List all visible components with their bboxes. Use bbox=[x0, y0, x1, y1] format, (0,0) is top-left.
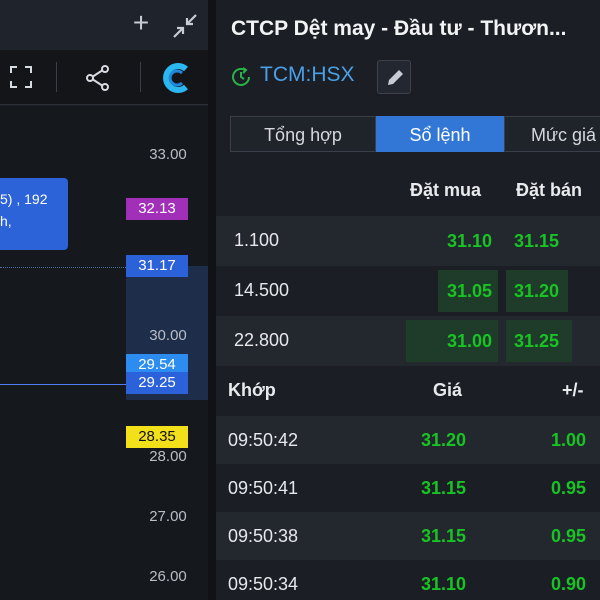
tab-muc-gia[interactable]: Mức giá bbox=[504, 116, 600, 152]
trade-change: 0.95 bbox=[550, 526, 586, 546]
orderbook-row[interactable]: 22.800 31.00 31.25 bbox=[216, 316, 600, 366]
trade-row[interactable]: 09:50:38 31.15 0.95 bbox=[216, 512, 600, 560]
price-label-blue: 29.25 bbox=[126, 372, 188, 394]
orderbook-ask-price: 31.15 bbox=[514, 231, 560, 251]
trade-change: 0.90 bbox=[550, 574, 586, 594]
chart-panel: + 5) , 192 h, 33.00 30.00 28.00 27.00 26… bbox=[0, 0, 208, 600]
orderbook-bid-price: 31.10 bbox=[446, 231, 492, 251]
trade-time: 09:50:41 bbox=[228, 478, 299, 498]
orderbook-ask-header: Đặt bán bbox=[516, 180, 583, 200]
toolbar-separator bbox=[56, 62, 57, 92]
orderbook-volume: 14.500 bbox=[234, 280, 290, 300]
trade-price: 31.10 bbox=[420, 574, 466, 594]
trades-change-header: +/- bbox=[562, 380, 584, 400]
axis-tick: 27.00 bbox=[149, 508, 187, 525]
logo-icon[interactable] bbox=[160, 62, 194, 94]
chart-tooltip: 5) , 192 h, bbox=[0, 178, 68, 250]
tab-so-lenh[interactable]: Sổ lệnh bbox=[376, 116, 504, 152]
price-label-current: 31.17 bbox=[126, 255, 188, 277]
crosshair-dotted-line bbox=[0, 267, 126, 268]
panel-divider bbox=[208, 0, 216, 600]
orderbook-ask-price: 31.20 bbox=[514, 281, 560, 301]
clock-refresh-icon bbox=[232, 67, 250, 86]
orderbook-row[interactable]: 1.100 31.10 31.15 bbox=[216, 216, 600, 266]
axis-tick: 33.00 bbox=[149, 146, 187, 163]
plus-icon[interactable]: + bbox=[129, 9, 153, 37]
price-label-yellow: 28.35 bbox=[126, 426, 188, 448]
orderbook-ask-price: 31.25 bbox=[514, 331, 560, 351]
trade-price: 31.20 bbox=[420, 430, 466, 450]
toolbar-separator bbox=[140, 62, 141, 92]
tooltip-line-2: h, bbox=[0, 213, 12, 229]
trade-change: 1.00 bbox=[550, 430, 586, 450]
trade-time: 09:50:38 bbox=[228, 526, 299, 546]
orderbook-bid-price: 31.00 bbox=[446, 331, 492, 351]
trade-time: 09:50:42 bbox=[228, 430, 299, 450]
pencil-icon bbox=[388, 70, 403, 85]
orderbook-bid-header: Đặt mua bbox=[410, 180, 482, 200]
trades-time-header: Khớp bbox=[228, 380, 276, 400]
shrink-icon[interactable] bbox=[172, 13, 198, 39]
orderbook-volume: 22.800 bbox=[234, 330, 290, 350]
price-line bbox=[0, 384, 126, 385]
fullscreen-icon[interactable] bbox=[9, 65, 33, 89]
trade-change: 0.95 bbox=[550, 478, 586, 498]
price-label-purple: 32.13 bbox=[126, 198, 188, 220]
stock-panel: CTCP Dệt may - Đầu tư - Thươn... TCM:HSX… bbox=[216, 0, 600, 600]
edit-button[interactable] bbox=[377, 60, 411, 94]
trade-time: 09:50:34 bbox=[228, 574, 299, 594]
trade-row[interactable]: 09:50:34 31.10 0.90 bbox=[216, 560, 600, 600]
trade-row[interactable]: 09:50:41 31.15 0.95 bbox=[216, 464, 600, 512]
orderbook-volume: 1.100 bbox=[234, 230, 280, 250]
tooltip-line-1: 5) , 192 bbox=[0, 191, 48, 207]
tab-tong-hop[interactable]: Tổng hợp bbox=[230, 116, 376, 152]
company-title: CTCP Dệt may - Đầu tư - Thươn... bbox=[231, 17, 567, 40]
price-axis[interactable]: 33.00 30.00 28.00 27.00 26.00 bbox=[126, 106, 208, 600]
chart-topbar: + bbox=[0, 0, 208, 50]
ticker-symbol[interactable]: TCM:HSX bbox=[260, 63, 355, 87]
axis-tick: 30.00 bbox=[149, 327, 187, 344]
axis-tick: 28.00 bbox=[149, 448, 187, 465]
axis-tick: 26.00 bbox=[149, 568, 187, 585]
tab-bar: Tổng hợp Sổ lệnh Mức giá bbox=[230, 116, 600, 152]
trades-price-header: Giá bbox=[433, 380, 463, 400]
chart-toolbar bbox=[0, 50, 208, 105]
orderbook-bid-price: 31.05 bbox=[446, 281, 492, 301]
share-icon[interactable] bbox=[84, 64, 112, 92]
trade-price: 31.15 bbox=[420, 478, 466, 498]
trade-price: 31.15 bbox=[420, 526, 466, 546]
orderbook-row[interactable]: 14.500 31.05 31.20 bbox=[216, 266, 600, 316]
trade-row[interactable]: 09:50:42 31.20 1.00 bbox=[216, 416, 600, 464]
